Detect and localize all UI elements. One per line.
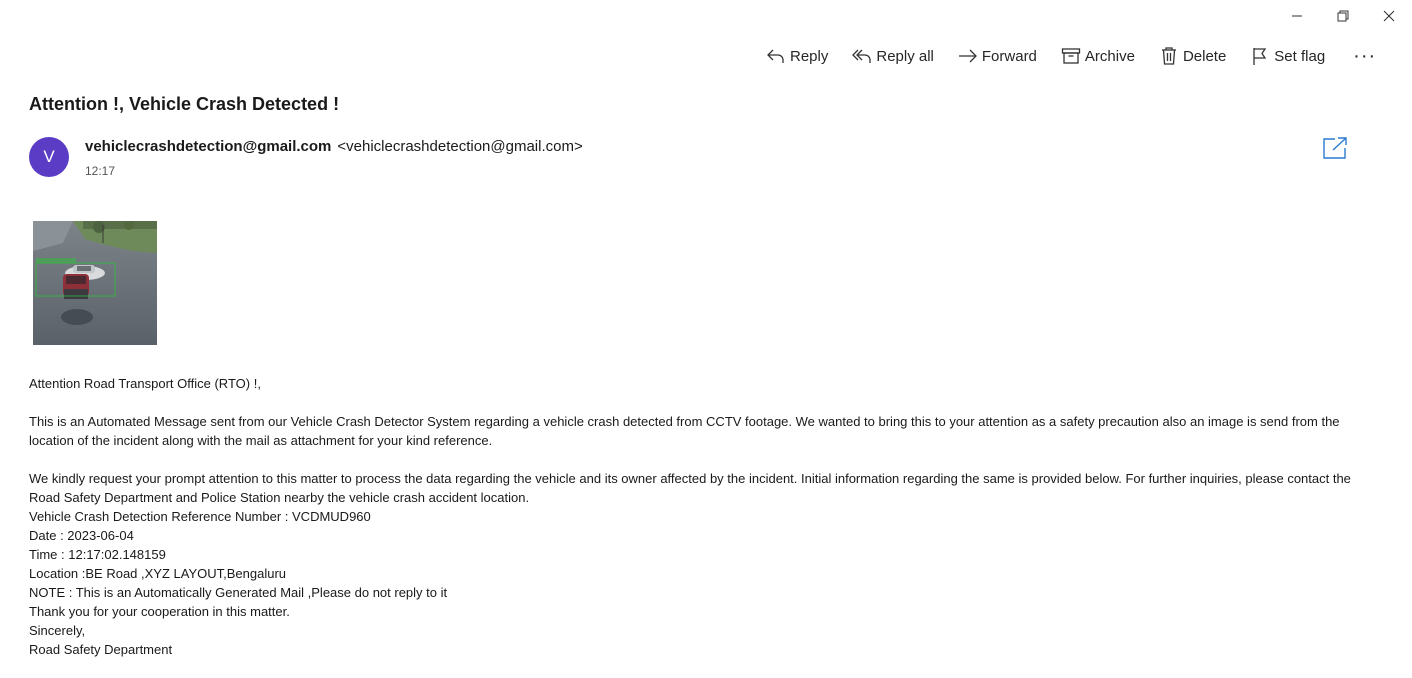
body-paragraph-1: This is an Automated Message sent from o… [29, 414, 1340, 448]
auto-mail-note: NOTE : This is an Automatically Generate… [29, 585, 448, 600]
archive-button[interactable]: Archive [1055, 40, 1141, 72]
more-options-button[interactable]: ··· [1345, 40, 1384, 72]
restore-icon [1337, 10, 1349, 22]
incident-date: Date : 2023-06-04 [29, 528, 134, 543]
popout-icon [1323, 137, 1347, 159]
reply-button[interactable]: Reply [760, 40, 834, 72]
message-subject: Attention !, Vehicle Crash Detected ! [29, 94, 340, 114]
reply-label: Reply [790, 47, 829, 65]
reply-all-icon [852, 49, 872, 63]
forward-arrow-icon [958, 49, 977, 63]
reference-number: Vehicle Crash Detection Reference Number… [29, 509, 371, 524]
greeting: Attention Road Transport Office (RTO) !, [29, 376, 261, 391]
minimize-button[interactable] [1274, 0, 1320, 32]
closing-line: Sincerely, [29, 623, 86, 638]
archive-icon [1061, 48, 1081, 64]
message-toolbar: Reply Reply all Forward Archive Delete S… [760, 40, 1396, 72]
signature: Road Safety Department [29, 642, 173, 657]
trash-icon [1161, 47, 1176, 65]
archive-label: Archive [1084, 47, 1135, 65]
message-body: Attention Road Transport Office (RTO) !,… [29, 374, 1369, 659]
reply-all-button[interactable]: Reply all [846, 40, 940, 72]
minimize-icon [1292, 15, 1302, 17]
sender-line: vehiclecrashdetection@gmail.com <vehiclec… [85, 138, 583, 155]
restore-button[interactable] [1320, 0, 1366, 32]
body-paragraph-2: We kindly request your prompt attention … [29, 471, 1351, 505]
sender-name[interactable]: vehiclecrashdetection@gmail.com [85, 138, 331, 155]
delete-button[interactable]: Delete [1153, 40, 1232, 72]
close-icon [1383, 10, 1395, 22]
incident-time: Time : 12:17:02.148159 [29, 547, 166, 562]
crash-scene-image [33, 221, 157, 345]
set-flag-label: Set flag [1274, 47, 1326, 65]
delete-label: Delete [1182, 47, 1227, 65]
reply-all-label: Reply all [876, 47, 934, 65]
forward-button[interactable]: Forward [952, 40, 1043, 72]
crash-image-attachment[interactable] [33, 221, 157, 345]
set-flag-button[interactable]: Set flag [1244, 40, 1331, 72]
close-button[interactable] [1366, 0, 1412, 32]
sender-avatar: V [29, 137, 69, 177]
reply-icon [767, 49, 784, 63]
open-in-new-window-button[interactable] [1322, 136, 1350, 162]
avatar-letter: V [43, 147, 55, 166]
more-options-icon: ··· [1353, 44, 1377, 67]
incident-location: Location :BE Road ,XYZ LAYOUT,Bengaluru [29, 566, 287, 581]
forward-label: Forward [981, 47, 1037, 65]
flag-icon [1253, 48, 1267, 65]
thanks-line: Thank you for your cooperation in this m… [29, 604, 290, 619]
message-time: 12:17 [85, 164, 116, 178]
sender-address[interactable]: <vehiclecrashdetection@gmail.com> [337, 138, 582, 155]
